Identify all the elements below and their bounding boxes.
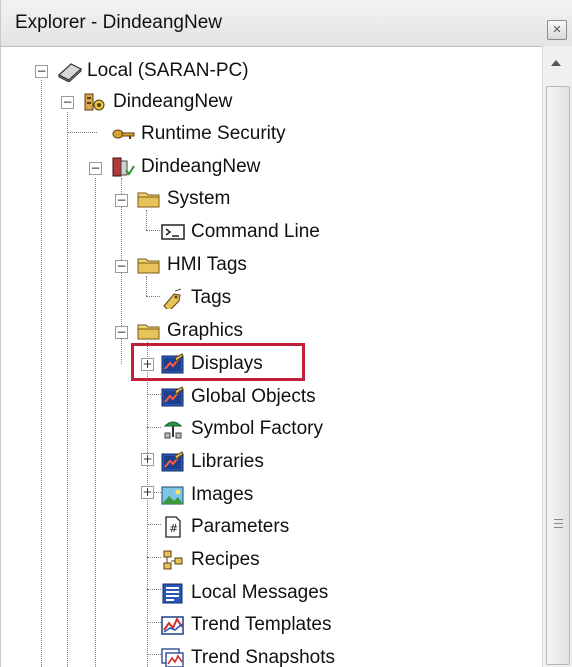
tree-item-system[interactable]: System bbox=[137, 184, 230, 214]
scroll-grip-icon bbox=[554, 519, 563, 520]
scroll-grip-icon bbox=[554, 523, 563, 524]
tree-item-global-objects[interactable]: Global Objects bbox=[161, 382, 316, 412]
tree-line bbox=[146, 230, 160, 231]
displays-highlight-box bbox=[131, 343, 305, 381]
tree-item-command-line[interactable]: Command Line bbox=[161, 217, 320, 247]
scroll-up-arrow-icon[interactable] bbox=[551, 60, 561, 66]
tags-icon bbox=[161, 287, 185, 312]
tree-item-graphics[interactable]: Graphics bbox=[137, 316, 243, 346]
global-objects-icon bbox=[161, 386, 185, 408]
tree-line bbox=[41, 80, 42, 667]
trend-templates-icon bbox=[161, 614, 185, 636]
folder-icon bbox=[137, 254, 161, 276]
tree-line bbox=[147, 622, 161, 623]
tree-item-label: DindeangNew bbox=[141, 156, 261, 177]
key-icon bbox=[111, 123, 135, 145]
tree-item-trend-templates[interactable]: Trend Templates bbox=[161, 610, 331, 640]
svg-text:#: # bbox=[169, 522, 178, 535]
scrollbar-thumb[interactable] bbox=[546, 86, 570, 665]
area-server-icon bbox=[111, 156, 135, 178]
tree-item-label: Trend Templates bbox=[191, 614, 332, 635]
tree-item-parameters[interactable]: # Parameters bbox=[161, 512, 289, 542]
title-bar: Explorer - DindeangNew × bbox=[1, 0, 572, 47]
tree-item-label: Tags bbox=[191, 287, 232, 308]
explorer-tree: − − − − − − + + + Local (SARAN-PC) Dinde… bbox=[1, 46, 541, 667]
collapse-toggle[interactable]: − bbox=[35, 65, 48, 78]
tree-line bbox=[147, 524, 161, 525]
window-title: Explorer - DindeangNew bbox=[15, 12, 222, 33]
tree-item-application[interactable]: DindeangNew bbox=[83, 87, 232, 117]
tree-line bbox=[67, 132, 97, 133]
collapse-toggle[interactable]: − bbox=[115, 194, 128, 207]
parameters-icon: # bbox=[161, 516, 185, 538]
tree-item-symbol-factory[interactable]: Symbol Factory bbox=[161, 414, 323, 444]
tree-item-libraries[interactable]: Libraries bbox=[161, 447, 264, 477]
collapse-toggle[interactable]: − bbox=[115, 260, 128, 273]
tree-item-images[interactable]: Images bbox=[161, 480, 253, 510]
local-computer-icon bbox=[57, 60, 83, 84]
close-icon: × bbox=[552, 21, 562, 38]
vertical-scrollbar[interactable] bbox=[542, 46, 572, 667]
tree-item-label: System bbox=[167, 188, 231, 209]
expand-toggle[interactable]: + bbox=[141, 486, 154, 499]
tree-line bbox=[147, 589, 161, 590]
tree-item-label: Trend Snapshots bbox=[191, 647, 335, 667]
tree-item-trend-snapshots[interactable]: Trend Snapshots bbox=[161, 643, 335, 667]
collapse-toggle[interactable]: − bbox=[89, 162, 102, 175]
tree-item-label: Global Objects bbox=[191, 386, 316, 407]
expand-toggle[interactable]: + bbox=[141, 453, 154, 466]
tree-item-label: Graphics bbox=[167, 320, 244, 341]
local-messages-icon bbox=[161, 582, 185, 604]
tree-item-label: Runtime Security bbox=[141, 123, 286, 144]
trend-snapshots-icon bbox=[161, 647, 185, 667]
symbol-factory-icon bbox=[161, 418, 185, 440]
images-icon bbox=[161, 484, 185, 506]
tree-item-local-messages[interactable]: Local Messages bbox=[161, 578, 328, 608]
tree-item-label: HMI Tags bbox=[167, 254, 247, 275]
tree-item-hmi-tags[interactable]: HMI Tags bbox=[137, 250, 247, 280]
tree-line bbox=[95, 178, 96, 667]
tree-item-recipes[interactable]: Recipes bbox=[161, 545, 260, 575]
tree-item-label: Recipes bbox=[191, 549, 260, 570]
folder-icon bbox=[137, 188, 161, 210]
collapse-toggle[interactable]: − bbox=[61, 96, 74, 109]
application-icon bbox=[83, 91, 107, 113]
tree-line bbox=[147, 654, 161, 655]
tree-line bbox=[147, 342, 148, 667]
tree-line bbox=[147, 557, 161, 558]
libraries-icon bbox=[161, 451, 185, 473]
tree-item-label: Parameters bbox=[191, 516, 290, 537]
tree-item-local[interactable]: Local (SARAN-PC) bbox=[57, 56, 249, 86]
tree-item-label: Local (SARAN-PC) bbox=[87, 60, 249, 81]
tree-line bbox=[147, 427, 161, 428]
folder-icon bbox=[137, 320, 161, 342]
tree-item-tags[interactable]: Tags bbox=[161, 283, 231, 313]
tree-line bbox=[147, 394, 161, 395]
tree-item-label: Command Line bbox=[191, 221, 320, 242]
close-button[interactable]: × bbox=[547, 20, 567, 40]
command-line-icon bbox=[161, 221, 185, 243]
scroll-grip-icon bbox=[554, 527, 563, 528]
recipes-icon bbox=[161, 549, 185, 571]
collapse-toggle[interactable]: − bbox=[115, 326, 128, 339]
tree-item-runtime-security[interactable]: Runtime Security bbox=[111, 119, 286, 149]
tree-item-label: DindeangNew bbox=[113, 91, 233, 112]
tree-item-area-server[interactable]: DindeangNew bbox=[111, 152, 260, 182]
tree-line bbox=[67, 112, 68, 667]
tree-line bbox=[146, 296, 160, 297]
tree-item-label: Images bbox=[191, 484, 254, 505]
tree-item-label: Local Messages bbox=[191, 582, 329, 603]
explorer-window: Explorer - DindeangNew × − − − − − − + + bbox=[0, 0, 572, 667]
tree-item-label: Libraries bbox=[191, 451, 264, 472]
tree-item-label: Symbol Factory bbox=[191, 418, 323, 439]
